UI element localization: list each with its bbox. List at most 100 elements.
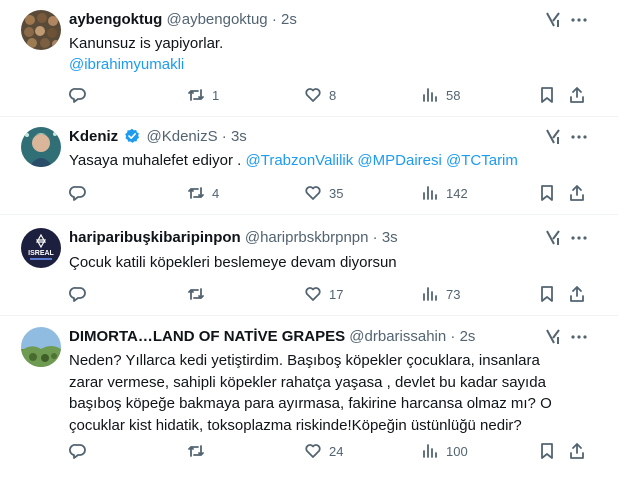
tweet-header: Kdeniz @KdenizS · 3s	[69, 126, 558, 148]
separator-dot: ·	[221, 128, 227, 145]
tweet[interactable]: Kdeniz @KdenizS · 3s Yasaya muhalefet ed…	[0, 117, 618, 215]
mention-link[interactable]: @ibrahimyumakli	[69, 54, 588, 75]
bookmark-button[interactable]	[538, 85, 556, 105]
tweet-header: hariparibuşkibaripinpon @hariprbskbrpnpn…	[69, 227, 558, 249]
more-icon[interactable]	[570, 229, 588, 247]
avatar-image: ISREAL	[21, 228, 61, 268]
views-button[interactable]: 58	[421, 85, 460, 105]
more-icon[interactable]	[570, 328, 588, 346]
timestamp[interactable]: 3s	[231, 128, 247, 145]
like-count: 35	[329, 185, 344, 201]
mention-link[interactable]: @MPDairesi	[357, 152, 441, 169]
tweet-text-line: zarar vermese, sahipli köpekler rahatça …	[69, 373, 546, 391]
reply-button[interactable]	[69, 284, 94, 304]
retweet-button[interactable]	[187, 284, 212, 304]
separator-dot: ·	[271, 11, 277, 28]
timestamp[interactable]: 2s	[281, 11, 297, 28]
like-button[interactable]: 24	[304, 441, 343, 461]
display-name[interactable]: DIMORTA…LAND OF NATİVE GRAPES	[69, 328, 345, 345]
retweet-icon	[188, 89, 204, 101]
retweet-button[interactable]: 1	[187, 85, 219, 105]
tweet-text: Çocuk katili köpekleri beslemeye devam d…	[69, 252, 588, 273]
display-name[interactable]: Kdeniz	[69, 128, 118, 145]
bookmark-button[interactable]	[538, 441, 556, 461]
bookmark-button[interactable]	[538, 183, 556, 203]
tweet-actions: 4 35 142	[69, 183, 588, 203]
tweet-text: Kanunsuz is yapiyorlar. @ibrahimyumakli	[69, 33, 588, 75]
avatar-image	[21, 327, 61, 367]
avatar[interactable]	[21, 10, 61, 50]
like-count: 8	[329, 87, 337, 103]
tweet-actions: 1 8 58	[69, 85, 588, 105]
like-button[interactable]: 17	[304, 284, 343, 304]
share-button[interactable]	[568, 183, 586, 203]
grok-icon[interactable]	[544, 11, 562, 29]
grok-icon[interactable]	[544, 328, 562, 346]
share-button[interactable]	[568, 441, 586, 461]
avatar[interactable]	[21, 327, 61, 367]
views-count: 100	[446, 443, 468, 459]
bookmark-icon	[541, 443, 553, 459]
like-count: 17	[329, 286, 344, 302]
display-name[interactable]: hariparibuşkibaripinpon	[69, 229, 241, 246]
share-button[interactable]	[568, 284, 586, 304]
like-button[interactable]: 35	[304, 183, 343, 203]
share-button[interactable]	[568, 85, 586, 105]
views-count: 73	[446, 286, 461, 302]
like-icon	[305, 186, 321, 200]
views-count: 142	[446, 185, 468, 201]
reply-button[interactable]	[69, 441, 94, 461]
retweet-button[interactable]	[187, 441, 212, 461]
tweet[interactable]: ISREAL hariparibuşkibaripinpon @hariprbs…	[0, 215, 618, 316]
bookmark-button[interactable]	[538, 284, 556, 304]
views-icon	[423, 88, 437, 102]
tweet-text-line: Çocuk katili köpekleri beslemeye devam d…	[69, 254, 397, 271]
views-icon	[423, 444, 437, 458]
user-handle[interactable]: @KdenizS	[147, 128, 218, 145]
views-button[interactable]: 100	[421, 441, 468, 461]
reply-icon	[69, 444, 86, 459]
views-button[interactable]: 73	[421, 284, 460, 304]
avatar-image	[21, 127, 61, 167]
retweet-icon	[188, 187, 204, 199]
share-icon	[570, 286, 584, 302]
mention-link[interactable]: @TrabzonValilik	[245, 152, 353, 169]
timestamp[interactable]: 3s	[382, 229, 398, 246]
more-icon[interactable]	[570, 128, 588, 146]
tweet-text: Neden? Yıllarca kedi yetiştirdim. Başıbo…	[69, 350, 588, 436]
like-icon	[305, 444, 321, 458]
user-handle[interactable]: @aybengoktug	[167, 11, 268, 28]
tweet-text: Yasaya muhalefet ediyor . @TrabzonValili…	[69, 150, 588, 171]
tweet[interactable]: aybengoktug @aybengoktug · 2s Kanunsuz i…	[0, 0, 618, 117]
views-button[interactable]: 142	[421, 183, 468, 203]
reply-icon	[69, 287, 86, 302]
like-icon	[305, 287, 321, 301]
timeline-feed: aybengoktug @aybengoktug · 2s Kanunsuz i…	[0, 0, 618, 480]
avatar[interactable]	[21, 127, 61, 167]
tweet[interactable]: DIMORTA…LAND OF NATİVE GRAPES @drbarissa…	[0, 316, 618, 480]
retweet-icon	[188, 445, 204, 457]
grok-icon[interactable]	[544, 128, 562, 146]
display-name[interactable]: aybengoktug	[69, 11, 162, 28]
retweet-button[interactable]: 4	[187, 183, 219, 203]
timestamp[interactable]: 2s	[460, 328, 476, 345]
tweet-text-line: Yasaya muhalefet ediyor .	[69, 152, 246, 169]
tweet-actions: 24 100	[69, 441, 588, 461]
reply-button[interactable]	[69, 183, 94, 203]
grok-icon[interactable]	[544, 229, 562, 247]
reply-button[interactable]	[69, 85, 94, 105]
bookmark-icon	[541, 87, 553, 103]
like-button[interactable]: 8	[304, 85, 336, 105]
tweet-text-line: Neden? Yıllarca kedi yetiştirdim. Başıbo…	[69, 352, 540, 369]
more-icon[interactable]	[570, 11, 588, 29]
like-icon	[305, 88, 321, 102]
avatar[interactable]: ISREAL	[21, 228, 61, 268]
user-handle[interactable]: @hariprbskbrpnpn	[245, 229, 369, 246]
avatar-text: ISREAL	[28, 250, 54, 257]
user-handle[interactable]: @drbarissahin	[349, 328, 446, 345]
views-icon	[423, 186, 437, 200]
views-icon	[423, 287, 437, 301]
mention-link[interactable]: @TCTarim	[446, 152, 518, 169]
tweet-header: aybengoktug @aybengoktug · 2s	[69, 9, 558, 31]
retweet-count: 1	[212, 87, 220, 103]
